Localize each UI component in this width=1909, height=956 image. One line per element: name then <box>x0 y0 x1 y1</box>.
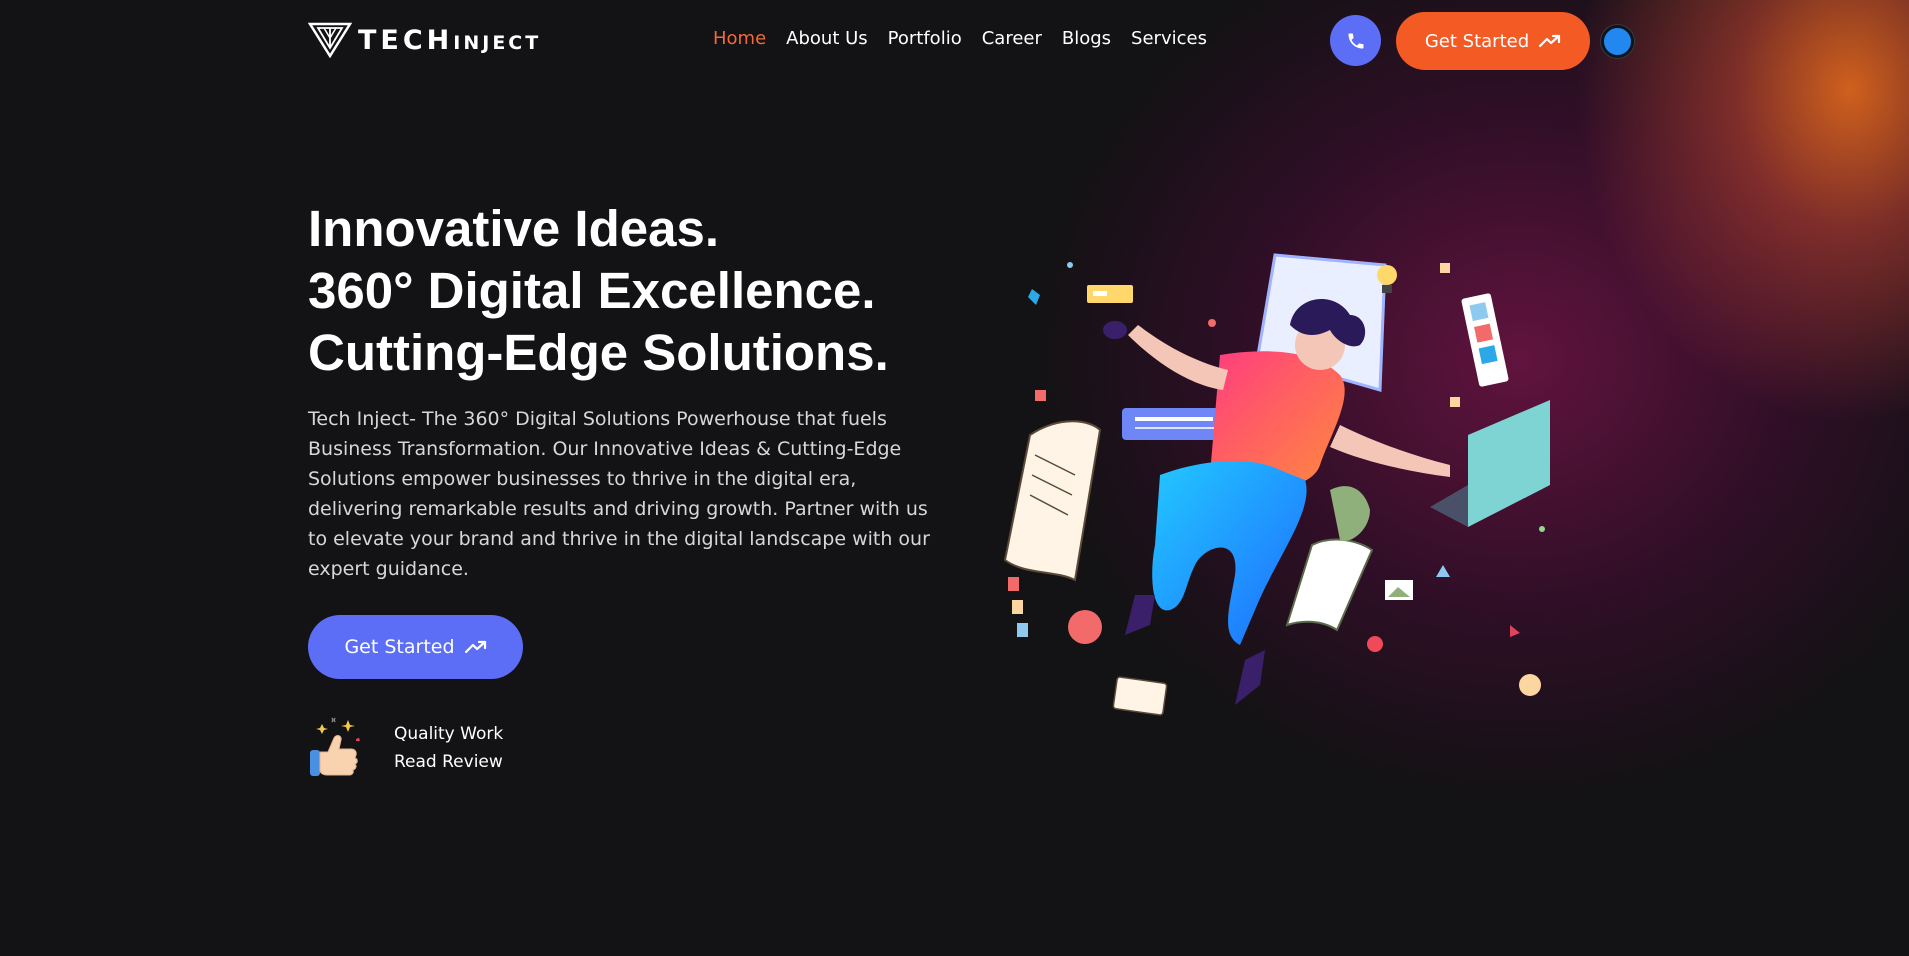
main-menu: Home About Us Portfolio Career Blogs Ser… <box>713 28 1207 49</box>
review-line-quality: Quality Work <box>394 724 504 744</box>
brand-logo[interactable]: TECH INJECT <box>308 22 541 58</box>
phone-icon <box>1348 33 1363 48</box>
trending-up-icon <box>464 640 486 654</box>
brand-name-primary: TECH <box>358 24 454 56</box>
trending-up-icon <box>1539 34 1561 48</box>
background-glow <box>0 0 1909 956</box>
review-text: Quality Work Read Review <box>394 720 503 776</box>
hero-get-started-button[interactable]: Get Started <box>308 615 523 679</box>
phone-button[interactable] <box>1330 15 1381 66</box>
logo-mark-icon <box>308 22 352 58</box>
hero-get-started-label: Get Started <box>344 636 455 658</box>
nav-item-portfolio[interactable]: Portfolio <box>888 28 962 49</box>
nav-item-career[interactable]: Career <box>982 28 1042 49</box>
hero-illustration <box>1003 253 1550 716</box>
hero-title: Innovative Ideas. 360° Digital Excellenc… <box>308 198 889 384</box>
nav-item-home[interactable]: Home <box>713 28 766 49</box>
nav-get-started-label: Get Started <box>1424 30 1530 52</box>
brand-name-secondary: INJECT <box>453 31 542 54</box>
hero-title-line-2: 360° Digital Excellence. <box>308 262 876 319</box>
hero-title-line-1: Innovative Ideas. <box>308 200 719 257</box>
nav-get-started-button[interactable]: Get Started <box>1396 12 1590 70</box>
confetti-shape <box>1028 289 1040 305</box>
nav-item-about-us[interactable]: About Us <box>786 28 868 49</box>
top-navbar: TECH INJECT Home About Us Portfolio Care… <box>0 0 1909 82</box>
quality-review-block[interactable]: Quality Work Read Review <box>308 716 503 780</box>
nav-item-services[interactable]: Services <box>1131 28 1207 49</box>
thumbs-up-icon <box>310 717 360 776</box>
hero-title-line-3: Cutting-Edge Solutions. <box>308 324 889 381</box>
nav-item-blogs[interactable]: Blogs <box>1062 28 1111 49</box>
theme-toggle-button[interactable] <box>1601 25 1634 58</box>
brand-name: TECH INJECT <box>358 25 541 56</box>
review-link-read[interactable]: Read Review <box>394 748 503 776</box>
hero-description: Tech Inject- The 360° Digital Solutions … <box>308 408 930 580</box>
